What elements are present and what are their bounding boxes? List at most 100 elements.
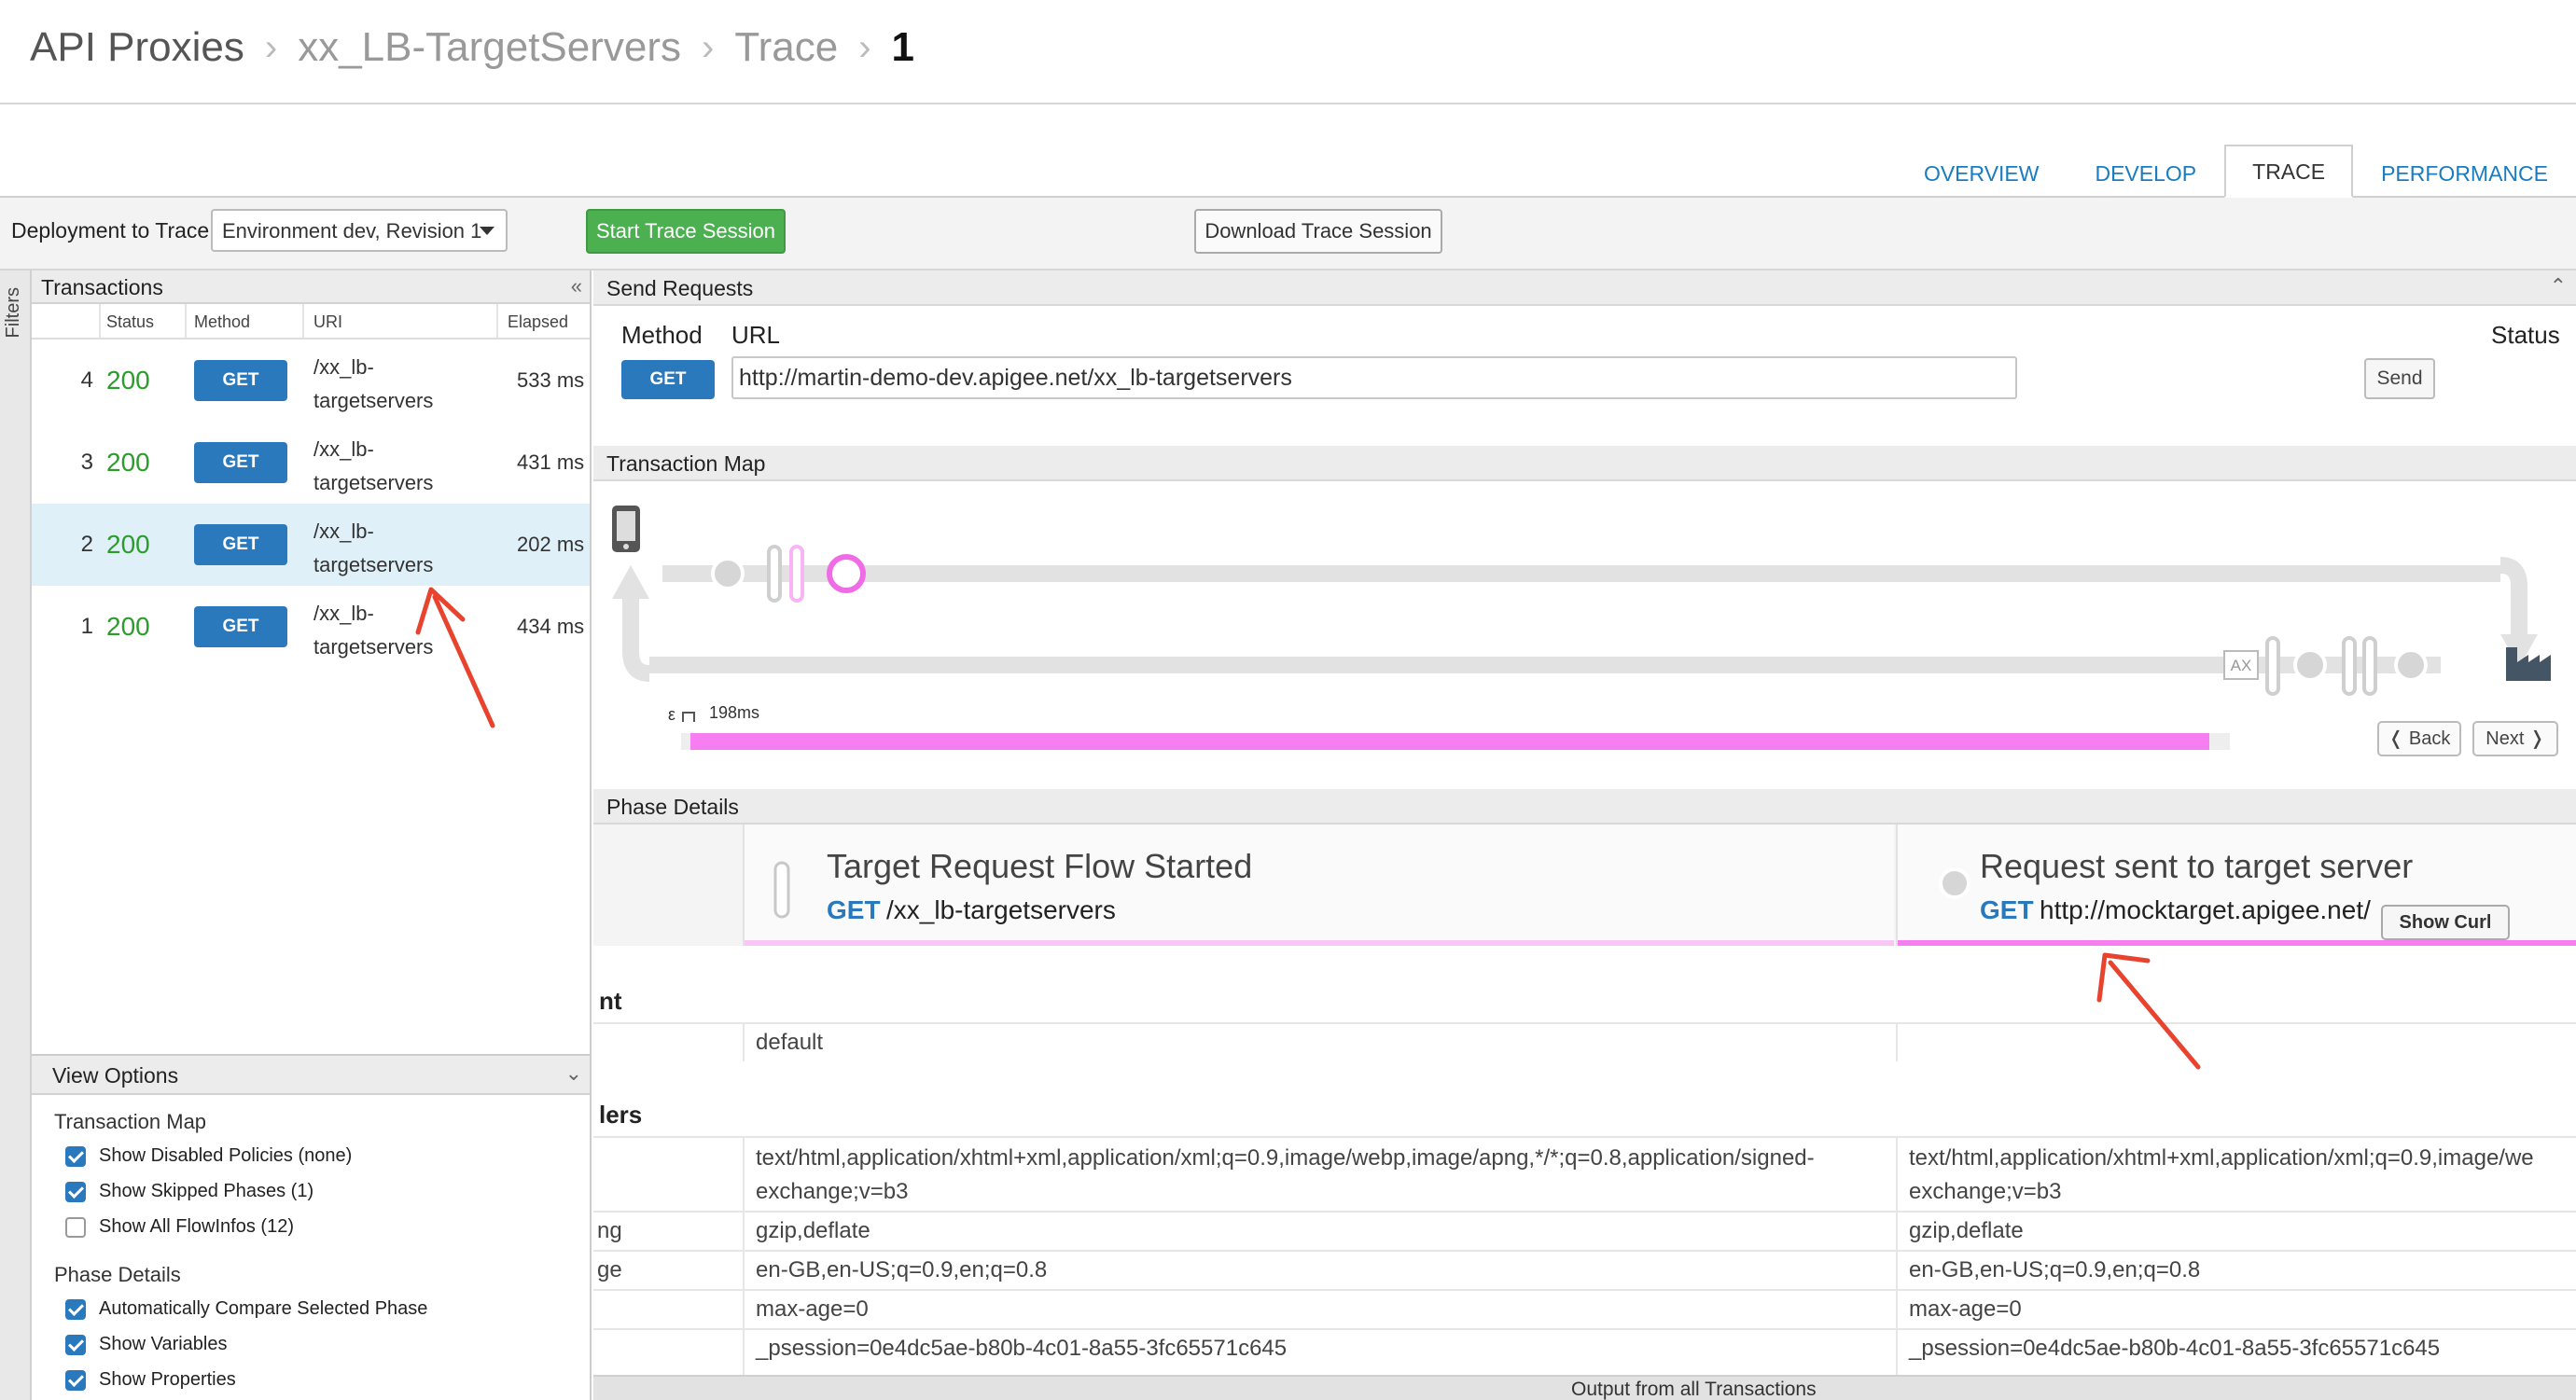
response-track — [649, 657, 2441, 673]
checkbox-auto-compare-phase[interactable]: Automatically Compare Selected Phase — [65, 1298, 427, 1320]
checkbox-checked-icon[interactable] — [65, 1298, 86, 1320]
output-footer-label: Output from all Transactions — [1571, 1379, 1817, 1400]
deployment-select[interactable]: Environment dev, Revision 1 — [211, 209, 508, 252]
send-requests-header: Send Requests ⌃ — [593, 270, 2576, 306]
detail-group-title: nt — [599, 987, 622, 1015]
breadcrumb-api-proxies[interactable]: API Proxies — [30, 24, 244, 71]
checkbox-show-skipped-phases[interactable]: Show Skipped Phases (1) — [65, 1181, 313, 1202]
target-server-factory-icon[interactable] — [2506, 647, 2551, 681]
checkbox-show-properties[interactable]: Show Properties — [65, 1369, 236, 1391]
checkbox-checked-icon[interactable] — [65, 1334, 86, 1355]
tab-bar: OVERVIEW DEVELOP TRACE PERFORMANCE — [0, 104, 2576, 198]
phase-node-icon — [1939, 867, 1970, 899]
transaction-uri: /xx_lb-targetservers — [313, 355, 434, 412]
chevron-right-icon: › — [264, 26, 278, 68]
detail-row: max-age=0 max-age=0 — [593, 1289, 2576, 1330]
phase-underline — [1898, 940, 2576, 946]
view-options-title: View Options — [52, 1063, 179, 1088]
detail-value-2: _psession=0e4dc5ae-b80b-4c01-8a55-3fc655… — [1896, 1330, 2576, 1377]
send-button[interactable]: Send — [2364, 358, 2435, 399]
timeline-duration-label: 198ms — [709, 703, 759, 722]
detail-key — [593, 1330, 741, 1377]
detail-value-2 — [1896, 1024, 2576, 1061]
flow-node-icon[interactable] — [2394, 648, 2428, 682]
annotation-arrow-icon — [2096, 952, 2201, 1070]
analytics-ax-icon[interactable]: AX — [2223, 650, 2259, 680]
view-options-panel: View Options ⌄ Transaction Map Show Disa… — [32, 1054, 592, 1400]
phase-title: Target Request Flow Started — [827, 847, 1253, 885]
download-trace-button[interactable]: Download Trace Session — [1194, 209, 1442, 254]
transactions-header: Transactions « — [32, 270, 590, 304]
output-footer-bar[interactable]: Output from all Transactions — [593, 1375, 2576, 1400]
tab-performance[interactable]: PERFORMANCE — [2353, 146, 2576, 198]
policy-marker-icon[interactable] — [2362, 636, 2377, 696]
selected-phase-node-icon[interactable] — [827, 554, 866, 593]
detail-value-1: default — [743, 1024, 1896, 1061]
transaction-row-selected[interactable]: 2 200 GET /xx_lb-targetservers 202 ms — [32, 504, 590, 586]
collapse-down-icon[interactable]: ⌄ — [565, 1061, 582, 1086]
method-label: Method — [621, 321, 703, 349]
phase-details-header: Phase Details — [593, 789, 2576, 825]
filters-toggle[interactable]: Filters — [0, 270, 32, 1400]
policy-marker-icon[interactable] — [2265, 636, 2280, 696]
collapse-left-icon[interactable]: « — [571, 274, 582, 298]
phase-marker-icon — [773, 861, 790, 919]
detail-value-2: gzip,deflate — [1896, 1213, 2576, 1252]
arrow-up-icon — [612, 565, 649, 599]
view-options-header: View Options ⌄ — [32, 1056, 590, 1095]
checkbox-show-variables[interactable]: Show Variables — [65, 1334, 227, 1355]
request-url-input[interactable] — [731, 356, 2017, 399]
request-method-button[interactable]: GET — [621, 360, 715, 399]
policy-marker-icon[interactable] — [2342, 636, 2357, 696]
tab-develop[interactable]: DEVELOP — [2067, 146, 2224, 198]
collapse-up-icon[interactable]: ⌃ — [2550, 274, 2567, 298]
checkbox-checked-icon[interactable] — [65, 1181, 86, 1202]
flow-node-icon[interactable] — [711, 557, 745, 590]
tab-trace[interactable]: TRACE — [2224, 145, 2354, 198]
back-button[interactable]: ❬ Back — [2377, 721, 2461, 756]
transaction-map-title: Transaction Map — [606, 451, 766, 476]
policy-marker-selected-icon[interactable] — [789, 545, 804, 603]
client-device-icon[interactable] — [612, 506, 640, 552]
checkbox-show-all-flowinfos[interactable]: Show All FlowInfos (12) — [65, 1216, 294, 1238]
detail-value-1: en-GB,en-US;q=0.9,en;q=0.8 — [743, 1252, 1896, 1291]
detail-key: ge — [597, 1257, 622, 1282]
phase-path: /xx_lb-targetservers — [886, 895, 1116, 924]
transaction-method-badge: GET — [194, 524, 287, 565]
transaction-row[interactable]: 3 200 GET /xx_lb-targetservers 431 ms — [32, 422, 590, 504]
detail-value-2: text/html,application/xhtml+xml,applicat… — [1896, 1138, 2576, 1213]
policy-marker-icon[interactable] — [767, 545, 782, 603]
breadcrumb-trace[interactable]: Trace — [734, 24, 838, 71]
checkbox-unchecked-icon[interactable] — [65, 1216, 86, 1238]
transaction-number: 3 — [80, 450, 93, 475]
transaction-status: 200 — [106, 366, 150, 395]
breadcrumb-proxy[interactable]: xx_LB-TargetServers — [298, 24, 681, 71]
detail-key — [593, 1138, 741, 1213]
phase-card-target-request[interactable]: Target Request Flow Started GET /xx_lb-t… — [743, 825, 1894, 946]
tab-overview[interactable]: OVERVIEW — [1896, 146, 2068, 198]
transaction-row[interactable]: 4 200 GET /xx_lb-targetservers 533 ms — [32, 340, 590, 422]
request-track-bend — [2499, 557, 2527, 640]
breadcrumb: API Proxies › xx_LB-TargetServers › Trac… — [30, 24, 914, 71]
caret-down-icon — [480, 227, 494, 235]
timeline-bar[interactable] — [690, 733, 2209, 750]
column-uri[interactable]: URI — [313, 312, 342, 332]
column-method[interactable]: Method — [194, 312, 250, 332]
timeline-epsilon-label: ε — [668, 705, 675, 724]
checkbox-checked-icon[interactable] — [65, 1145, 86, 1167]
transaction-status: 200 — [106, 530, 150, 559]
next-button[interactable]: Next ❭ — [2472, 721, 2558, 756]
page-header: API Proxies › xx_LB-TargetServers › Trac… — [0, 0, 2576, 104]
column-elapsed[interactable]: Elapsed — [508, 312, 568, 332]
annotation-arrow-icon — [415, 587, 495, 728]
detail-group-title: lers — [599, 1101, 643, 1129]
flow-node-icon[interactable] — [2293, 648, 2327, 682]
start-trace-button[interactable]: Start Trace Session — [586, 209, 786, 254]
view-options-phase-section: Phase Details — [54, 1263, 181, 1286]
phase-verb: GET — [827, 895, 881, 924]
checkbox-checked-icon[interactable] — [65, 1369, 86, 1391]
transaction-method-badge: GET — [194, 360, 287, 401]
column-status[interactable]: Status — [106, 312, 154, 332]
checkbox-show-disabled-policies[interactable]: Show Disabled Policies (none) — [65, 1145, 352, 1167]
show-curl-button[interactable]: Show Curl — [2381, 905, 2510, 940]
